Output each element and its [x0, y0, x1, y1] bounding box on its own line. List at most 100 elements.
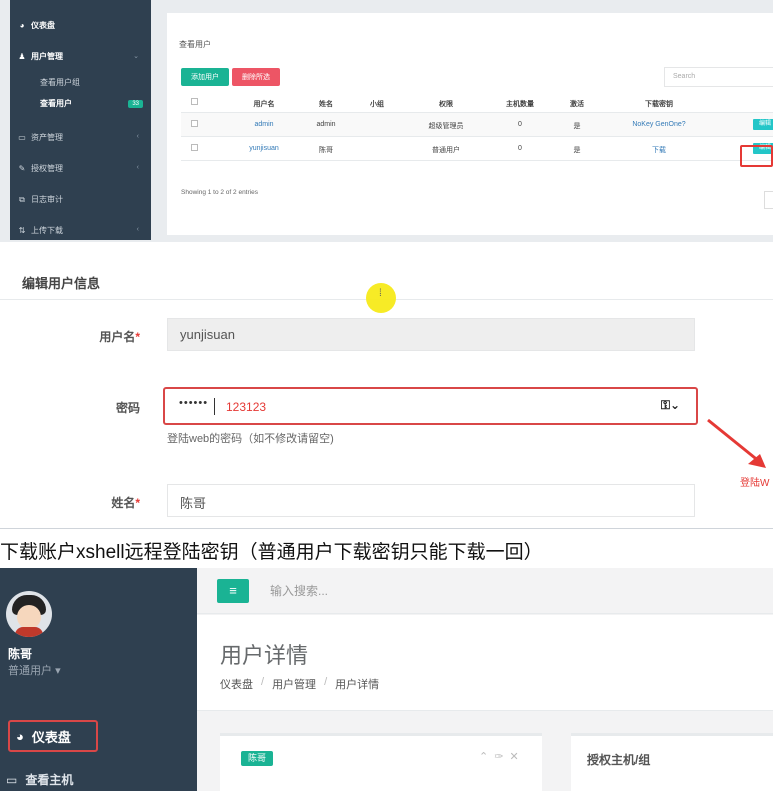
key-link[interactable]: NoKey GenOne? — [632, 121, 685, 128]
column-header[interactable]: 激活 — [570, 99, 584, 109]
username-field[interactable]: yunjisuan — [167, 318, 695, 351]
breadcrumb-item[interactable]: 用户管理 — [272, 676, 316, 692]
sidebar-item-asset-mgmt[interactable]: ▭ 资产管理 — [18, 132, 63, 143]
username-link[interactable]: admin — [254, 121, 273, 128]
dashboard-icon: ◕ — [16, 728, 24, 744]
admin-sidebar: ◕ 仪表盘 ♟ 用户管理 ⌄ 查看用户组 查看用户 33 ▭ 资产管理 ‹ ✎ … — [10, 0, 151, 240]
edit-icon: ✎ — [18, 163, 26, 173]
close-icon[interactable]: ✕ — [509, 751, 524, 763]
select-all-checkbox[interactable] — [191, 98, 198, 105]
row-checkbox[interactable] — [191, 144, 198, 151]
mouse-cursor-highlight: ⁞ — [366, 283, 396, 313]
column-header[interactable]: 用户名 — [254, 99, 275, 109]
password-field[interactable]: •••••• 123123 ⚿⌄ — [163, 387, 698, 425]
column-header[interactable]: 权限 — [439, 99, 453, 109]
hosts-cell: 0 — [518, 145, 522, 152]
sidebar-item-view-hosts[interactable]: ▭ 查看主机 — [6, 771, 73, 788]
card-tools[interactable]: ⌃✑✕ — [479, 750, 525, 763]
column-header[interactable]: 主机数量 — [506, 99, 534, 109]
sidebar-item-dashboard[interactable]: ◕ 仪表盘 — [18, 20, 55, 31]
edit-button[interactable]: 编辑 — [753, 119, 773, 130]
desktop-icon: ▭ — [6, 772, 18, 787]
user-detail-screenshot: 陈哥 普通用户 ▾ ◕ 仪表盘 ▭ 查看主机 ≡ 输入搜索... 用户详情 仪表… — [0, 568, 773, 791]
name-field[interactable]: 陈哥 — [167, 484, 695, 517]
column-header[interactable]: 下载密钥 — [645, 99, 673, 109]
admin-user-list-screenshot: ◕ 仪表盘 ♟ 用户管理 ⌄ 查看用户组 查看用户 33 ▭ 资产管理 ‹ ✎ … — [0, 0, 773, 242]
table-header: 用户名 姓名 小组 权限 主机数量 激活 下载密钥 — [181, 91, 773, 113]
text-caret — [214, 398, 215, 415]
copy-icon: ⧉ — [19, 194, 25, 204]
form-title: 编辑用户信息 — [22, 276, 101, 291]
avatar[interactable] — [6, 591, 52, 637]
username-label: 用户名* — [99, 330, 140, 344]
required-mark: * — [135, 496, 140, 510]
page-title: 用户详情 — [220, 643, 309, 668]
sidebar-item-audit-log[interactable]: ⧉ 日志审计 — [18, 194, 63, 205]
role-cell: 超级管理员 — [428, 123, 464, 130]
desktop-icon: ▭ — [18, 132, 26, 142]
chevron-left-icon: ‹ — [136, 133, 139, 140]
username-link[interactable]: yunjisuan — [249, 145, 279, 152]
chevron-down-icon: ⌄ — [133, 53, 139, 60]
section-divider — [0, 528, 773, 529]
caret-down-icon: ▾ — [55, 665, 61, 677]
password-annotation: 123123 — [226, 400, 267, 414]
sidebar-item-auth-mgmt[interactable]: ✎ 授权管理 — [18, 163, 63, 174]
row-checkbox[interactable] — [191, 120, 198, 127]
annotation-text: 登陆W — [740, 478, 770, 489]
table-row: yunjisuan 陈哥 普通用户 0 是 下载 编辑 — [181, 137, 773, 161]
role-cell: 普通用户 — [432, 147, 460, 154]
authorized-hosts-card: 授权主机/组 — [571, 733, 773, 791]
hosts-cell: 0 — [518, 121, 522, 128]
password-help-text: 登陆web的密码（如不修改请留空) — [167, 433, 334, 445]
download-key-link[interactable]: 下载 — [652, 145, 666, 155]
column-header[interactable]: 小组 — [370, 99, 384, 109]
sidebar-item-upload-download[interactable]: ⇅ 上传下载 — [18, 225, 63, 236]
user-list-panel: 查看用户 添加用户 删除所选 Search 用户名 姓名 小组 权限 主机数量 … — [167, 13, 773, 235]
delete-selected-button[interactable]: 删除所选 — [232, 68, 280, 86]
sidebar-item-dashboard[interactable]: ◕ 仪表盘 — [8, 720, 98, 752]
search-input[interactable]: 输入搜索... — [270, 582, 328, 599]
menu-toggle-button[interactable]: ≡ — [217, 579, 249, 603]
users-icon: ♟ — [18, 51, 26, 61]
sidebar-subitem-view-groups[interactable]: 查看用户组 — [40, 77, 80, 88]
collapse-icon[interactable]: ⌃ — [479, 751, 494, 763]
name-cell: admin — [316, 121, 336, 128]
breadcrumb-item: 用户详情 — [335, 679, 380, 691]
sidebar-item-user-mgmt[interactable]: ♟ 用户管理 — [18, 51, 63, 62]
name-cell: 陈哥 — [319, 147, 333, 154]
search-input[interactable]: Search — [664, 67, 773, 87]
password-mask: •••••• — [179, 397, 209, 409]
user-tag: 陈哥 — [241, 751, 273, 766]
tutorial-caption: 下载账户xshell远程登陆密钥（普通用户下载密钥只能下载一回） — [0, 542, 543, 563]
user-name: 陈哥 — [8, 647, 33, 661]
active-cell: 是 — [573, 147, 581, 154]
required-mark: * — [135, 330, 140, 344]
chevron-left-icon: ‹ — [136, 226, 139, 233]
breadcrumb: 仪表盘 / 用户管理 / 用户详情 — [220, 676, 380, 692]
add-user-button[interactable]: 添加用户 — [181, 68, 229, 86]
edit-user-form: 编辑用户信息 ⁞ 用户名* yunjisuan 密码 •••••• 123123… — [0, 242, 773, 529]
chevron-left-icon: ‹ — [136, 164, 139, 171]
breadcrumb-item[interactable]: 仪表盘 — [220, 676, 253, 692]
sidebar-subitem-view-users[interactable]: 查看用户 — [40, 98, 72, 109]
panel-title: 查看用户 — [179, 40, 211, 49]
count-badge: 33 — [128, 100, 143, 108]
wrench-icon[interactable]: ✑ — [494, 751, 509, 763]
pagination[interactable] — [764, 191, 773, 209]
user-sidebar: 陈哥 普通用户 ▾ ◕ 仪表盘 ▭ 查看主机 — [0, 568, 197, 791]
page-header: 用户详情 仪表盘 / 用户管理 / 用户详情 — [197, 615, 773, 711]
user-role-dropdown[interactable]: 普通用户 ▾ — [8, 662, 61, 678]
column-header[interactable]: 姓名 — [319, 99, 333, 109]
card-title: 授权主机/组 — [587, 753, 651, 767]
password-label: 密码 — [115, 401, 140, 415]
cursor-icon: ⁞ — [379, 288, 382, 299]
annotation-arrow-icon — [707, 418, 766, 468]
active-cell: 是 — [573, 123, 581, 130]
edit-highlight-box — [740, 145, 773, 167]
top-navbar: ≡ 输入搜索... — [197, 568, 773, 614]
name-label: 姓名* — [111, 496, 140, 510]
upload-icon: ⇅ — [18, 225, 26, 235]
key-icon[interactable]: ⚿⌄ — [661, 398, 680, 413]
user-info-card: 陈哥 ⌃✑✕ — [220, 733, 542, 791]
